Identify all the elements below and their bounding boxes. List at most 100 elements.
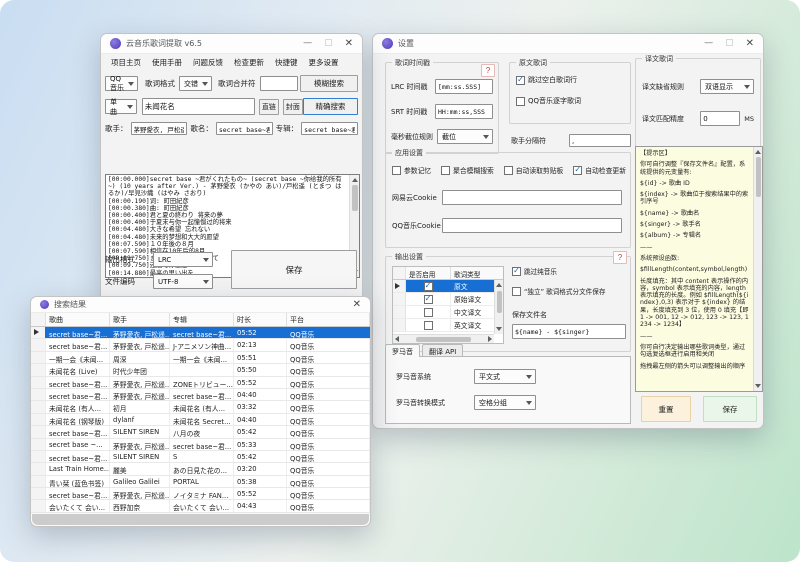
- scroll-up-icon[interactable]: [352, 178, 358, 182]
- enabled-cell[interactable]: [406, 319, 451, 331]
- lyric-type-row[interactable]: 中文译文: [393, 306, 494, 319]
- app-option-checkbox[interactable]: 自动检查更新: [573, 165, 626, 175]
- filename-input[interactable]: [512, 324, 626, 339]
- close-icon[interactable]: ✕: [746, 39, 754, 49]
- settings-titlebar[interactable]: 设置 — ▢ ✕: [373, 34, 763, 54]
- exact-search-button[interactable]: 精确搜索: [303, 98, 358, 115]
- qq-cookie-input[interactable]: [442, 218, 622, 233]
- scroll-thumb[interactable]: [352, 185, 358, 211]
- fuzzy-search-button[interactable]: 模糊搜索: [300, 75, 358, 92]
- netease-cookie-input[interactable]: [442, 190, 622, 205]
- checkbox-icon[interactable]: [504, 166, 513, 175]
- timestamp-help-button[interactable]: ?: [481, 64, 495, 77]
- table-row[interactable]: 会いたくて 会い... 西野加奈 会いたくて 会い... 04:43 QQ音乐: [31, 500, 370, 512]
- ms-rule-select[interactable]: 截位: [437, 129, 493, 144]
- close-icon[interactable]: ✕: [353, 300, 361, 310]
- save-lyrics-button[interactable]: 保存: [231, 250, 357, 289]
- app-option-checkbox[interactable]: 聚合模糊搜索: [441, 165, 494, 175]
- menu-item[interactable]: 检查更新: [234, 57, 264, 68]
- hint-scrollbar[interactable]: [753, 147, 762, 391]
- maximize-icon[interactable]: ▢: [324, 39, 333, 48]
- table-row[interactable]: secret base~君... 茅野愛衣, 戸松遥... secret bas…: [31, 327, 370, 339]
- table-row[interactable]: 青い栞 (蓝色书签) Galileo Galilei PORTAL 05:38 …: [31, 476, 370, 488]
- menu-item[interactable]: 更多设置: [309, 57, 339, 68]
- enabled-cell[interactable]: [406, 293, 451, 305]
- lyric-type-row[interactable]: 原文: [393, 280, 494, 293]
- enabled-cell[interactable]: [406, 280, 451, 292]
- checkbox-icon[interactable]: [392, 166, 401, 175]
- save-settings-button[interactable]: 保存: [703, 396, 757, 422]
- checkbox-icon[interactable]: [424, 308, 433, 317]
- close-icon[interactable]: ✕: [345, 39, 353, 49]
- column-header-album[interactable]: 专辑: [170, 313, 234, 326]
- lyric-type-vscrollbar[interactable]: [494, 280, 503, 334]
- output-help-button[interactable]: ?: [613, 251, 627, 264]
- table-row[interactable]: secret base~君... 茅野愛衣, 戸松遥... J-アニメソン神曲.…: [31, 339, 370, 351]
- checkbox-icon[interactable]: [424, 295, 433, 304]
- reset-button[interactable]: 重置: [641, 396, 691, 422]
- maximize-icon[interactable]: ▢: [725, 39, 734, 48]
- singer-field[interactable]: [131, 122, 188, 135]
- output-option-checkbox[interactable]: “独立” 歌词格式分文件保存: [512, 286, 624, 296]
- minimize-icon[interactable]: —: [303, 39, 312, 48]
- output-format-select[interactable]: LRC: [153, 252, 213, 267]
- menu-item[interactable]: 项目主页: [111, 57, 141, 68]
- scroll-thumb[interactable]: [497, 291, 502, 313]
- search-type-select[interactable]: 单曲: [105, 99, 137, 114]
- romaji-system-select[interactable]: 平文式: [474, 369, 536, 384]
- merge-symbol-input[interactable]: [260, 76, 298, 91]
- direct-link-button[interactable]: 直链: [259, 99, 279, 115]
- checkbox-icon[interactable]: [424, 282, 433, 291]
- scroll-up-icon[interactable]: [496, 283, 502, 287]
- checkbox-icon[interactable]: [424, 321, 433, 330]
- main-titlebar[interactable]: 云音乐歌词提取 v6.5 — ▢ ✕: [101, 34, 362, 54]
- table-row[interactable]: 一期一会《未闻... 周深 一期一会《未闻... 05:51 QQ音乐: [31, 352, 370, 364]
- horizontal-scrollbar[interactable]: [32, 514, 369, 525]
- app-option-checkbox[interactable]: 参数记忆: [392, 165, 431, 175]
- platform-select[interactable]: QQ音乐: [105, 76, 138, 91]
- checkbox-icon[interactable]: [516, 76, 525, 85]
- checkbox-icon[interactable]: [573, 166, 582, 175]
- column-header-platform[interactable]: 平台: [287, 313, 370, 326]
- results-titlebar[interactable]: 搜索结果 ✕: [31, 297, 370, 313]
- table-row[interactable]: secret base~君... 茅野愛衣, 戸松遥... ノイタミナ FAN.…: [31, 488, 370, 500]
- table-row[interactable]: secret base~君... 茅野愛衣, 戸松遥... secret bas…: [31, 389, 370, 401]
- lyric-type-row[interactable]: 原始译文: [393, 293, 494, 306]
- checkbox-icon[interactable]: [441, 166, 450, 175]
- keyword-input[interactable]: [142, 98, 255, 115]
- table-row[interactable]: secret base~君... SILENT SIREN S 05:42 QQ…: [31, 451, 370, 463]
- encoding-select[interactable]: UTF-8: [153, 274, 213, 289]
- table-row[interactable]: 未闻花名 (有人... 初月 未闻花名 (有人... 03:32 QQ音乐: [31, 401, 370, 413]
- table-row[interactable]: secret base~君... SILENT SIREN 八月の夜 05:42…: [31, 426, 370, 438]
- original-option-checkbox[interactable]: 跳过空白歌词行: [516, 75, 626, 85]
- menu-item[interactable]: 问题反馈: [193, 57, 223, 68]
- minimize-icon[interactable]: —: [704, 39, 713, 48]
- romaji-mode-select[interactable]: 空格分组: [474, 395, 536, 410]
- scroll-thumb[interactable]: [756, 157, 761, 197]
- table-row[interactable]: secret base~君... 茅野愛衣, 戸松遥... ZONEトリビュー.…: [31, 377, 370, 389]
- scroll-down-icon[interactable]: [496, 327, 502, 331]
- cover-button[interactable]: 封面: [283, 99, 303, 115]
- lyric-type-row[interactable]: 英文译文: [393, 319, 494, 332]
- lrc-timestamp-input[interactable]: [435, 79, 493, 94]
- album-field[interactable]: [301, 122, 358, 135]
- checkbox-icon[interactable]: [512, 267, 521, 276]
- singer-separator-input[interactable]: [569, 134, 631, 147]
- lyric-type-hscrollbar[interactable]: [393, 334, 494, 343]
- srt-timestamp-input[interactable]: [435, 104, 493, 119]
- checkbox-icon[interactable]: [516, 97, 525, 106]
- scroll-thumb[interactable]: [416, 337, 471, 342]
- scroll-left-icon[interactable]: [395, 336, 399, 342]
- app-option-checkbox[interactable]: 自动读取剪贴板: [504, 165, 564, 175]
- translation-precision-input[interactable]: [700, 111, 740, 126]
- output-option-checkbox[interactable]: 跳过纯音乐: [512, 266, 624, 276]
- tab-romaji[interactable]: 罗马音: [385, 344, 420, 357]
- table-row[interactable]: Last Train Home... 麗美 あの日見た花の... 03:20 Q…: [31, 463, 370, 475]
- checkbox-icon[interactable]: [512, 287, 521, 296]
- column-header-singer[interactable]: 歌手: [110, 313, 170, 326]
- table-row[interactable]: 未闻花名 (Live) 时代少年团 05:50 QQ音乐: [31, 364, 370, 376]
- column-header-song[interactable]: 歌曲: [46, 313, 110, 326]
- scroll-down-icon[interactable]: [755, 384, 761, 388]
- table-row[interactable]: 未闻花名 (钢琴版) dylanf 未闻花名 Secret... 04:40 Q…: [31, 414, 370, 426]
- original-option-checkbox[interactable]: QQ音乐逐字歌词: [516, 96, 626, 106]
